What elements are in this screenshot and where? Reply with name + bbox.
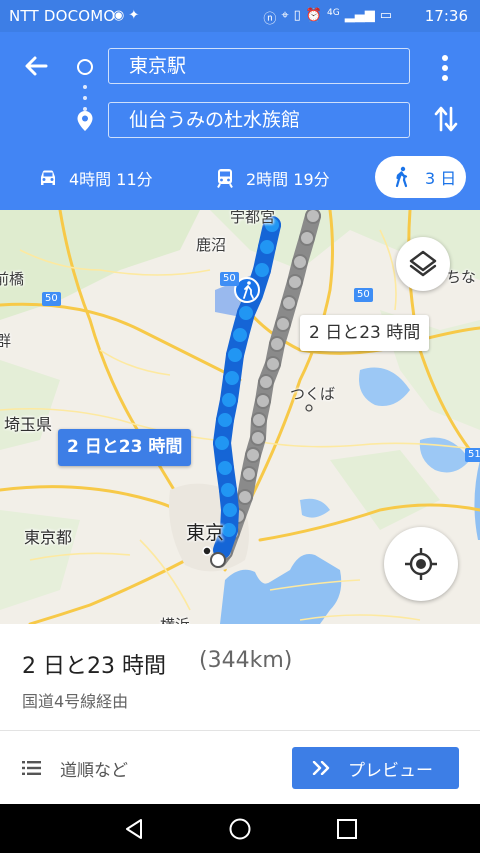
destination-pin-icon: [77, 111, 93, 131]
preview-label: プレビュー: [348, 760, 433, 781]
train-icon: [217, 169, 233, 188]
mode-walk[interactable]: 3 日: [375, 156, 466, 198]
map-label-tsukuba: つくば: [290, 385, 336, 403]
preview-button[interactable]: プレビュー: [292, 747, 459, 789]
origin-field[interactable]: 東京駅: [108, 48, 410, 84]
map-label-utsunomiya: 宇都宮: [230, 210, 276, 226]
map-label-saitama: 埼玉県: [4, 415, 53, 434]
crosshair-icon: [405, 548, 437, 580]
location-icon: ⌖: [281, 8, 289, 23]
mode-transit-label: 2時間 19分: [246, 170, 330, 189]
route-distance: (344km): [199, 648, 293, 673]
layers-icon: [409, 250, 437, 277]
steps-label: 道順など: [60, 760, 128, 781]
mode-car-label: 4時間 11分: [69, 170, 153, 189]
signal-icon: ▂▄▆: [344, 8, 375, 23]
route-duration-callout[interactable]: 2 日と23 時間: [58, 429, 192, 466]
mode-walk-label: 3 日: [425, 169, 457, 188]
nav-home-icon[interactable]: [228, 817, 252, 841]
map-label-maebashi: 前橋: [0, 270, 25, 288]
basketball-app-icon: ◉: [113, 8, 125, 23]
arrow-back-icon: [25, 56, 48, 76]
route-summary-sheet[interactable]: 2 日と23 時間 (344km) 国道4号線経由 道順など プレビュー: [0, 624, 480, 804]
route-shield: 50: [42, 292, 61, 306]
twitter-icon: ✦: [128, 8, 140, 23]
layers-button[interactable]: [396, 237, 450, 291]
map-view[interactable]: 宇都宮 鹿沼 前橋 ちな 群 つくば 埼玉県 東京都 東京 横浜 50 50 5…: [0, 210, 480, 624]
station-marker: [202, 546, 212, 556]
nav-back-icon[interactable]: [122, 817, 146, 841]
destination-field[interactable]: 仙台うみの杜水族館: [108, 102, 410, 138]
double-chevron-icon: [312, 761, 330, 775]
nav-recents-icon[interactable]: [336, 818, 358, 840]
origin-circle-icon: [77, 59, 93, 75]
directions-header: 東京駅 仙台うみの杜水族館 4時間 11分 2時間 19分 3 日: [0, 32, 480, 210]
alt-route-duration-callout[interactable]: 2 日と23 時間: [300, 315, 430, 351]
back-button[interactable]: [20, 50, 52, 82]
divider: [0, 730, 480, 731]
route-shield: 50: [220, 272, 239, 286]
status-bar: NTT DOCOMO ◉ ✦ ⓝ ⌖ ▯ ⏰ 4G ▂▄▆ ▭ 17:36: [0, 0, 480, 32]
map-label-tokyo-to: 東京都: [24, 528, 73, 547]
network-type: 4G: [327, 8, 340, 18]
vibrate-icon: ▯: [293, 8, 301, 23]
route-via: 国道4号線経由: [22, 692, 129, 711]
mode-car[interactable]: 4時間 11分: [37, 155, 153, 201]
map-label-left-edge: 群: [0, 332, 12, 350]
carrier-name: NTT DOCOMO: [9, 7, 116, 25]
more-options-icon[interactable]: [438, 54, 452, 82]
map-label-kanuma: 鹿沼: [196, 236, 227, 254]
walking-icon: [395, 166, 408, 188]
clock: 17:36: [424, 7, 468, 25]
swap-icon[interactable]: [434, 104, 458, 134]
nfc-icon: ⓝ: [263, 12, 277, 27]
origin-marker: [210, 552, 226, 568]
battery-icon: ▭: [379, 8, 392, 23]
list-icon: [22, 761, 41, 775]
route-shield: 50: [354, 288, 373, 302]
mode-transit[interactable]: 2時間 19分: [214, 155, 330, 201]
route-duration: 2 日と23 時間: [22, 654, 166, 679]
my-location-button[interactable]: [384, 527, 458, 601]
map-label-tokyo: 東京: [186, 522, 225, 544]
alarm-icon: ⏰: [305, 8, 322, 23]
car-icon: [41, 170, 55, 185]
route-dots-icon: [83, 85, 87, 111]
steps-button[interactable]: 道順など: [22, 746, 128, 790]
system-nav-bar: [0, 804, 480, 853]
map-label-chiba-right: ちな: [446, 268, 477, 286]
route-shield: 51: [465, 448, 480, 462]
map-label-yokohama: 横浜: [160, 614, 190, 624]
travel-mode-bar: 4時間 11分 2時間 19分 3 日: [0, 155, 480, 201]
